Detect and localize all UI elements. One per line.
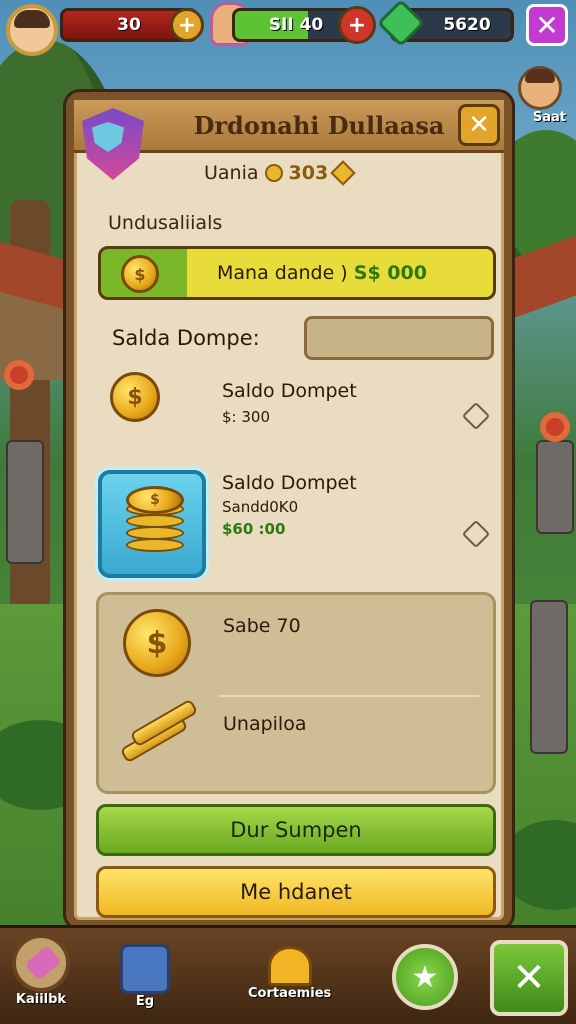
stone-totem [6, 440, 44, 564]
add-health-button[interactable]: + [170, 8, 204, 42]
stone-totem [530, 600, 568, 754]
coin-icon: $ [110, 372, 160, 422]
nav-label: Eg [135, 994, 155, 1009]
coin-stack-icon [126, 538, 184, 552]
close-panel-button[interactable]: ✕ [458, 104, 500, 146]
bell-icon [267, 946, 312, 986]
subheader-label: Uania [204, 162, 259, 184]
item-subtitle: Sandd0K0 [222, 498, 299, 516]
balance-bar-value: S$ 000 [353, 262, 427, 284]
map-icon [120, 944, 170, 994]
item-value: $60 :00 [222, 520, 286, 538]
panel-title: Drdonahi Dullaasa [193, 110, 445, 140]
potion-icon [12, 934, 70, 992]
flower [4, 360, 34, 390]
side-avatar[interactable] [518, 66, 562, 110]
flower [540, 412, 570, 442]
item-title: Sabe 70 [223, 615, 301, 637]
section-label: Undusaliials [108, 212, 223, 234]
selected-item-tile[interactable]: $ [98, 470, 206, 578]
nav-item-eg[interactable]: Eg [120, 944, 170, 1009]
close-game-button[interactable]: ✕ [526, 4, 568, 46]
balance-bar: $ Mana dande ) S$ 000 [98, 246, 496, 300]
energy-value: SII 40 [268, 15, 324, 35]
nav-label: Cortaemies [248, 986, 332, 1001]
edit-icon[interactable] [461, 519, 491, 549]
wallet-panel: Drdonahi Dullaasa ✕ Uania 303 Undusaliia… [66, 92, 512, 928]
close-button[interactable]: ✕ [490, 940, 568, 1016]
divider [219, 695, 479, 697]
coin-icon: $ [123, 609, 191, 677]
nav-item-cortaemies[interactable]: Cortaemies [248, 946, 331, 1001]
top-hud: 30 + SII 40 + 5620 ✕ [0, 0, 576, 56]
search-label: Salda Dompe: [112, 326, 260, 350]
item-title: Saldo Dompet [222, 472, 357, 494]
stone-totem [536, 440, 574, 534]
item-subtitle: $: 300 [222, 408, 270, 426]
secondary-action-button[interactable]: Me hdanet [96, 866, 496, 918]
subheader-value: 303 [288, 162, 329, 184]
player-avatar[interactable] [6, 4, 58, 56]
nav-item-kaiilbk[interactable]: Kaiilbk [12, 934, 70, 1007]
search-input[interactable] [304, 316, 494, 360]
star-button[interactable]: ★ [392, 944, 458, 1010]
balance-bar-label: Mana dande ) [217, 262, 348, 284]
health-value: 30 [117, 15, 141, 35]
subheader-row: Uania 303 [204, 160, 356, 186]
coin-plus-icon[interactable] [330, 160, 356, 186]
coin-stack-icon: $ [115, 251, 161, 295]
star-icon: ★ [411, 959, 439, 995]
nav-label: Kaiilbk [15, 992, 67, 1007]
item-title: Saldo Dompet [222, 380, 357, 402]
details-box: $ Sabe 70 Unapiloa [96, 592, 496, 794]
gem-value: 5620 [443, 15, 491, 35]
balance-bar-text: Mana dande ) S$ 000 [217, 262, 427, 284]
coin-icon [264, 164, 283, 182]
close-icon: ✕ [512, 955, 546, 1001]
edit-icon[interactable] [461, 401, 491, 431]
add-energy-button[interactable]: + [338, 6, 376, 44]
item-title: Unapiloa [223, 713, 307, 735]
side-avatar-label: Saat [532, 110, 566, 125]
primary-action-button[interactable]: Dur Sumpen [96, 804, 496, 856]
